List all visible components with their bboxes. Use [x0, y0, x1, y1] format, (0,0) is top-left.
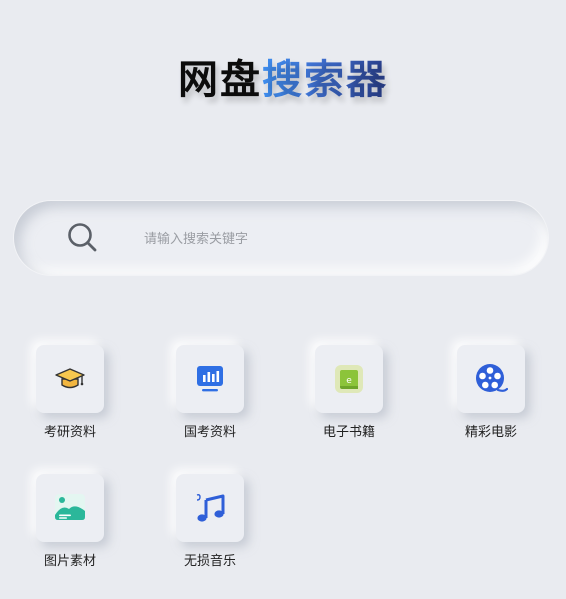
presentation-chart-icon — [197, 366, 223, 392]
search-input[interactable] — [142, 223, 506, 255]
category-label: 精彩电影 — [464, 425, 517, 440]
page-title: 网盘搜索器 — [0, 52, 566, 108]
category-guokao-button[interactable] — [176, 345, 244, 413]
category-image[interactable]: 图片素材 — [20, 474, 120, 574]
search-icon[interactable] — [66, 221, 98, 253]
category-kaoyan-button[interactable] — [36, 345, 104, 413]
category-label: 考研资料 — [43, 425, 96, 440]
category-image-button[interactable] — [36, 474, 104, 542]
image-icon — [55, 494, 85, 520]
category-music[interactable]: 无损音乐 — [160, 474, 260, 574]
category-guokao[interactable]: 国考资料 — [160, 345, 260, 445]
title-part-2: 搜索器 — [262, 57, 388, 103]
category-label: 无损音乐 — [183, 554, 236, 569]
svg-text:e: e — [346, 376, 352, 386]
film-reel-icon — [476, 364, 508, 392]
ebook-icon: e — [335, 365, 363, 393]
music-note-icon — [196, 494, 225, 522]
category-music-button[interactable] — [176, 474, 244, 542]
category-ebook-button[interactable]: e — [315, 345, 383, 413]
category-kaoyan[interactable]: 考研资料 — [20, 345, 120, 445]
search-bar[interactable] — [14, 201, 548, 275]
graduation-cap-icon — [55, 368, 85, 389]
category-label: 图片素材 — [43, 554, 96, 569]
title-part-1: 网盘 — [178, 57, 262, 103]
category-ebook[interactable]: e 电子书籍 — [299, 345, 399, 445]
category-movie-button[interactable] — [457, 345, 525, 413]
category-movie[interactable]: 精彩电影 — [441, 345, 541, 445]
category-label: 电子书籍 — [322, 425, 375, 440]
category-label: 国考资料 — [183, 425, 236, 440]
